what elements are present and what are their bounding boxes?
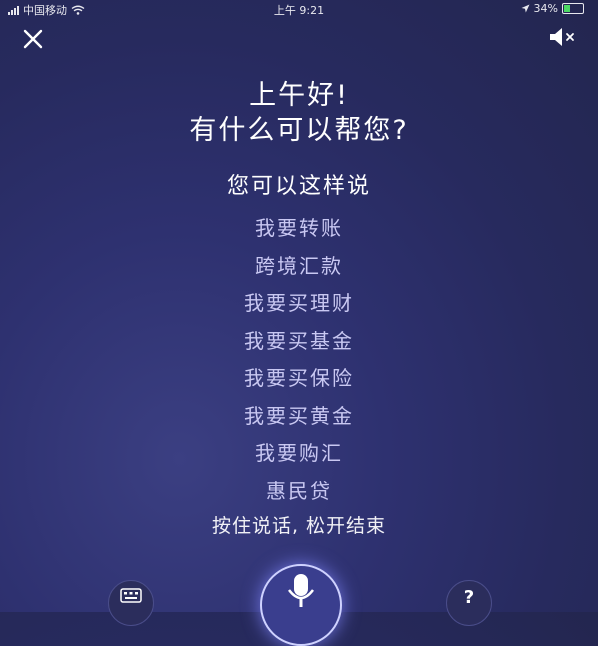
status-right: 34%: [521, 2, 584, 15]
microphone-button[interactable]: [260, 564, 342, 646]
hint-title: 您可以这样说: [226, 174, 371, 199]
battery-percent: 34%: [533, 2, 558, 15]
main-content: 上午好! 有什么可以帮您? 您可以这样说 我要转账 跨境汇款 我要买理财 我要买…: [0, 78, 598, 542]
instruction-text: 按住说话, 松开结束: [211, 515, 387, 537]
close-button[interactable]: [22, 28, 44, 50]
suggestion-list: 我要转账 跨境汇款 我要买理财 我要买基金 我要买保险 我要买黄金 我要购汇 惠…: [0, 210, 598, 510]
suggestion-item[interactable]: 跨境汇款: [0, 248, 598, 286]
suggestion-item[interactable]: 我要转账: [0, 210, 598, 248]
microphone-icon: [288, 574, 314, 607]
bottom-bar: ?: [0, 564, 598, 646]
suggestion-item[interactable]: 我要买理财: [0, 285, 598, 323]
status-bar: 中国移动 上午 9:21 34%: [0, 0, 598, 18]
question-text: 有什么可以帮您?: [189, 115, 409, 146]
suggestion-item[interactable]: 我要买保险: [0, 360, 598, 398]
location-arrow-icon: [521, 4, 530, 13]
suggestion-item[interactable]: 我要购汇: [0, 435, 598, 473]
keyboard-icon: [120, 588, 142, 603]
suggestion-item[interactable]: 我要买基金: [0, 323, 598, 361]
suggestion-item[interactable]: 我要买黄金: [0, 398, 598, 436]
battery-fill: [564, 5, 571, 12]
suggestion-item[interactable]: 惠民贷: [0, 473, 598, 511]
mute-button[interactable]: [548, 26, 580, 48]
help-button[interactable]: ?: [446, 580, 492, 626]
speaker-mute-icon: [550, 28, 574, 46]
greeting-text: 上午好!: [249, 80, 349, 111]
close-icon: [23, 29, 43, 49]
keyboard-button[interactable]: [108, 580, 154, 626]
battery-icon: [562, 3, 584, 14]
status-time: 上午 9:21: [273, 4, 325, 17]
